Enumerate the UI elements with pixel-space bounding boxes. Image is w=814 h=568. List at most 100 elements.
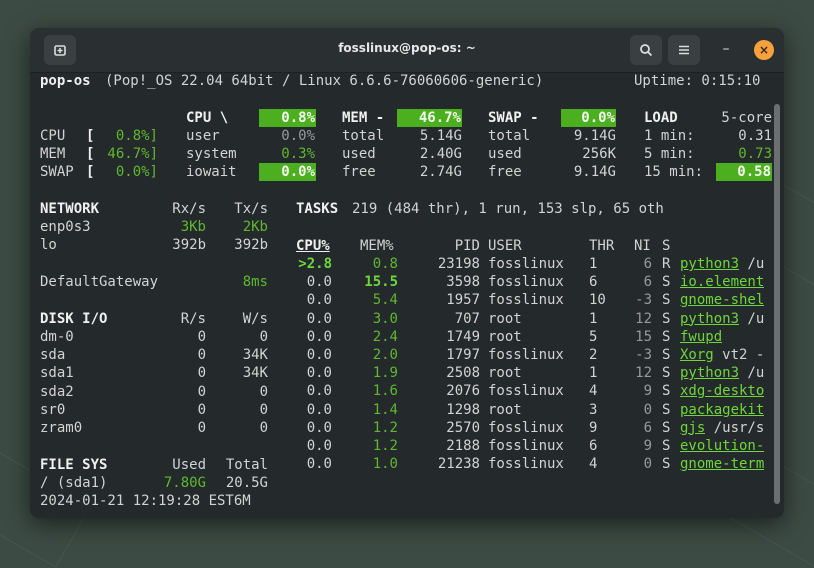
- search-button[interactable]: [630, 35, 662, 65]
- proc-cpu: 0.0: [306, 401, 332, 418]
- mem-total-label: total: [342, 128, 385, 144]
- proc-state: S: [662, 292, 671, 309]
- proc-args: /usr/s: [705, 419, 765, 436]
- proc-pid: 2570: [446, 419, 480, 436]
- mem-title: MEM -: [342, 110, 385, 126]
- quicklook-mem-value: 46.7%]: [107, 146, 158, 162]
- proc-user: root: [488, 401, 522, 418]
- proc-ni: 0: [643, 401, 652, 418]
- proc-pid: 1749: [446, 328, 480, 345]
- proc-ni: -3: [635, 347, 652, 363]
- disk-write: 34K: [242, 365, 268, 382]
- proc-cpu: >2.8: [298, 256, 332, 272]
- hostname: pop-os: [40, 73, 91, 89]
- proc-pid: 1797: [446, 347, 480, 363]
- proc-state: S: [662, 419, 671, 436]
- swap-free-label: free: [488, 164, 522, 180]
- mem-used-amount: 2.40G: [419, 146, 462, 162]
- disk-name: sr0: [40, 401, 66, 418]
- load-1min-value: 0.31: [738, 128, 772, 144]
- network-iface-rx: 3Kb: [180, 219, 206, 235]
- disk-name: sda1: [40, 365, 74, 382]
- proc-pid: 707: [454, 310, 480, 327]
- mem-total-value: 46.7%: [397, 109, 462, 127]
- proc-header-ni[interactable]: NI: [634, 237, 651, 255]
- quicklook-mem-bracket: [: [86, 146, 95, 162]
- tasks-title: TASKS: [296, 201, 339, 217]
- scrollbar[interactable]: [774, 104, 780, 504]
- network-iface-name: lo: [40, 237, 57, 253]
- network-iface-tx: 2Kb: [242, 219, 268, 235]
- cpu-iowait-value: 0.0%: [259, 163, 316, 181]
- proc-mem: 1.6: [372, 383, 398, 400]
- quicklook-cpu-label: CPU: [40, 128, 66, 144]
- proc-user: fosslinux: [488, 383, 564, 400]
- disk-write: 0: [259, 420, 268, 436]
- proc-command: xdg-deskto: [680, 383, 765, 400]
- proc-ni: 9: [643, 438, 652, 454]
- close-button[interactable]: ×: [754, 40, 774, 60]
- proc-header-cpu[interactable]: CPU%: [296, 237, 360, 255]
- proc-user: root: [488, 310, 522, 327]
- mem-used-label: used: [342, 146, 376, 162]
- disk-name: zram0: [40, 420, 83, 436]
- hamburger-menu-icon: [679, 45, 689, 55]
- proc-header-pid[interactable]: PID: [420, 237, 480, 255]
- proc-args: /u: [739, 365, 765, 382]
- disk-name: sda2: [40, 383, 74, 400]
- quicklook-cpu-bracket: [: [86, 128, 95, 144]
- terminal-window: fosslinux@pop-os: ~ – × pop-os (Pop!_OS …: [30, 28, 784, 518]
- proc-thr: 6: [589, 274, 598, 291]
- proc-mem: 1.2: [372, 419, 398, 436]
- menu-button[interactable]: [668, 35, 700, 65]
- proc-cpu: 0.0: [306, 292, 332, 309]
- proc-mem: 2.0: [372, 347, 398, 363]
- datetime: 2024-01-21 12:19:28 EST6M: [40, 493, 251, 509]
- proc-thr: 3: [589, 401, 598, 418]
- disk-read: 0: [197, 347, 206, 364]
- proc-args: /u: [739, 310, 765, 327]
- proc-cpu: 0.0: [306, 365, 332, 382]
- uptime: Uptime: 0:15:10: [634, 73, 761, 89]
- quicklook-cpu-value: 0.8%]: [115, 128, 158, 144]
- proc-command: packagekit: [680, 401, 765, 418]
- scrollbar-thumb[interactable]: [774, 104, 780, 504]
- proc-ni: 0: [643, 456, 652, 473]
- proc-mem: 2.4: [372, 328, 398, 345]
- proc-pid: 2076: [446, 383, 480, 400]
- swap-free-amount: 9.14G: [573, 164, 616, 180]
- proc-cpu: 0.0: [306, 383, 332, 400]
- mem-free-label: free: [342, 164, 376, 180]
- load-5min-label: 5 min:: [644, 146, 695, 162]
- proc-state: S: [662, 383, 671, 400]
- proc-pid: 21238: [437, 456, 480, 473]
- title-bar: fosslinux@pop-os: ~ – ×: [30, 28, 784, 73]
- proc-mem: 0.8: [372, 256, 398, 272]
- load-15min-value: 0.58: [716, 163, 772, 181]
- proc-command: python3: [680, 310, 740, 327]
- minimize-button[interactable]: –: [716, 40, 736, 60]
- disk-name: dm-0: [40, 329, 74, 345]
- fs-mount-used: 7.80G: [163, 475, 206, 491]
- proc-header-thr[interactable]: THR: [589, 237, 614, 255]
- disk-w-header: W/s: [242, 311, 268, 327]
- gateway-value: 8ms: [242, 274, 268, 290]
- proc-ni: -3: [635, 292, 652, 309]
- proc-thr: 4: [589, 456, 598, 473]
- proc-thr: 5: [589, 328, 598, 345]
- proc-cpu: 0.0: [306, 438, 332, 454]
- proc-header-s[interactable]: S: [662, 237, 670, 255]
- disk-write: 0: [259, 401, 268, 418]
- disk-read: 0: [197, 383, 206, 400]
- fs-mount-name: / (sda1): [40, 475, 108, 491]
- swap-total-amount: 9.14G: [573, 128, 616, 144]
- swap-total-value: 0.0%: [561, 109, 616, 127]
- quicklook-swap-bracket: [: [86, 164, 95, 180]
- proc-mem: 3.0: [372, 310, 398, 327]
- proc-user: fosslinux: [488, 292, 564, 309]
- proc-command: gjs: [680, 419, 706, 436]
- fs-used-header: Used: [172, 457, 206, 473]
- proc-header-user[interactable]: USER: [488, 237, 522, 255]
- terminal-content[interactable]: pop-os (Pop!_OS 22.04 64bit / Linux 6.6.…: [30, 72, 784, 518]
- proc-header-mem[interactable]: MEM%: [360, 237, 394, 255]
